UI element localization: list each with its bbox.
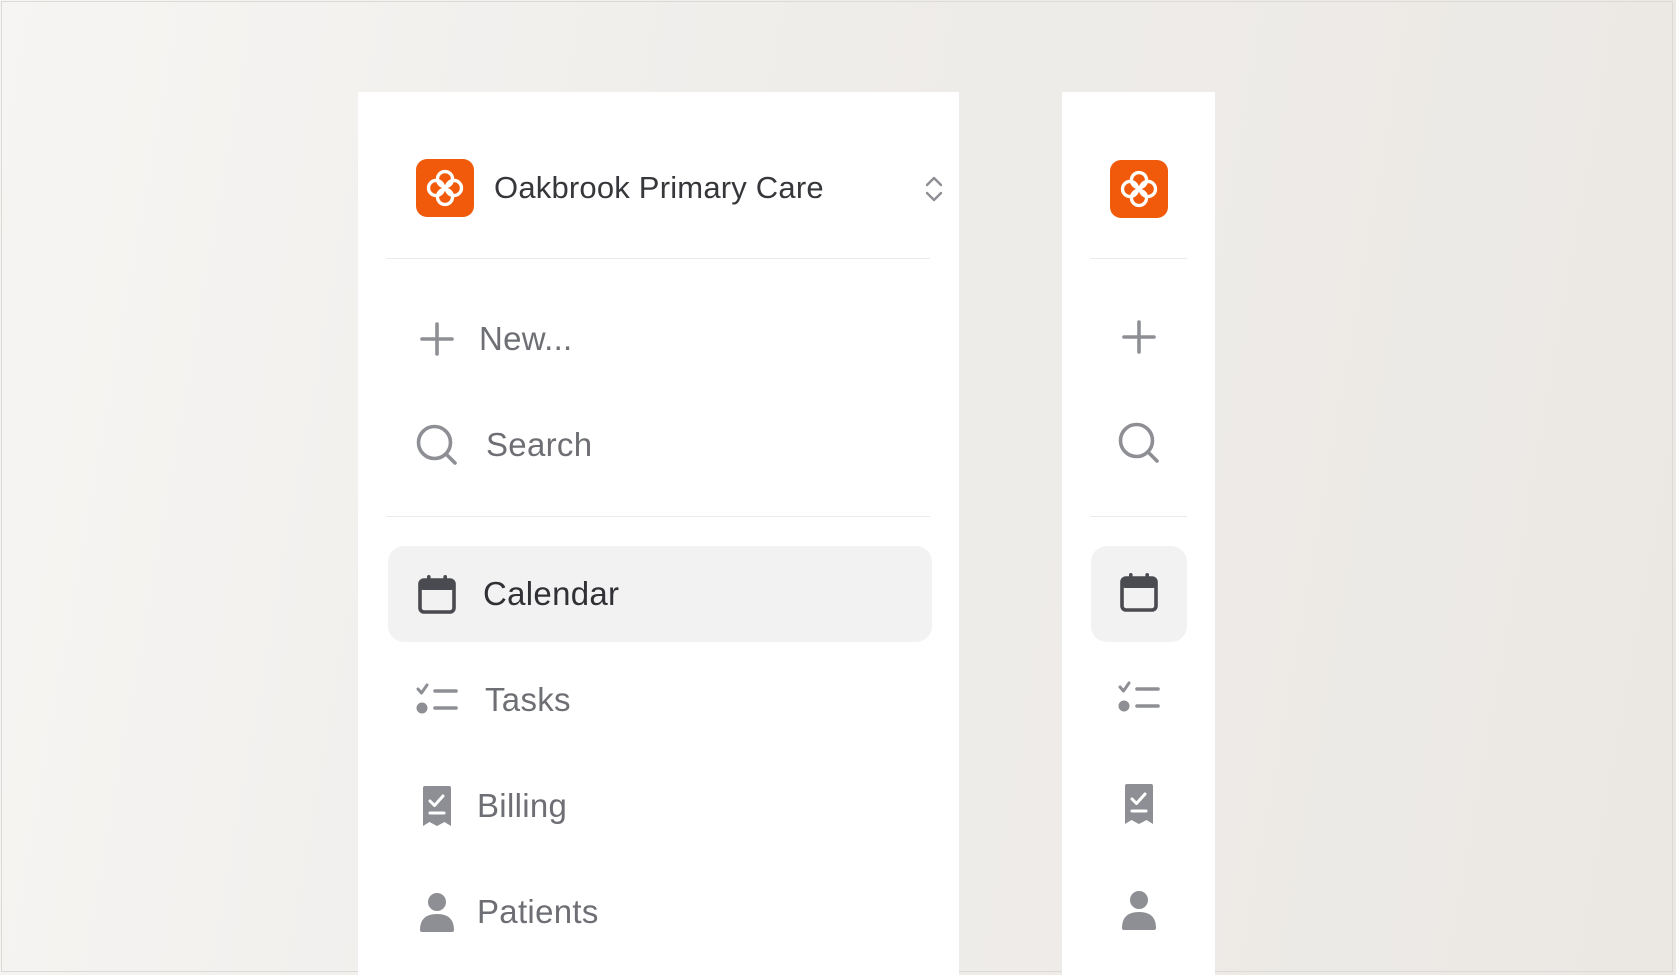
- sidebar-item-billing[interactable]: Billing: [388, 758, 932, 854]
- search-button[interactable]: Search: [388, 397, 932, 493]
- sidebar-item-tasks[interactable]: Tasks: [388, 652, 932, 748]
- new-button[interactable]: [1091, 291, 1187, 387]
- sidebar-item-label: Tasks: [485, 681, 571, 718]
- divider: [386, 258, 930, 259]
- sidebar-item-patients[interactable]: [1091, 864, 1187, 960]
- clinic-logo-icon[interactable]: [1110, 160, 1168, 218]
- new-button[interactable]: New...: [388, 291, 932, 387]
- sidebar-expanded: Oakbrook Primary Care New... Search Cale…: [358, 92, 959, 975]
- divider: [1090, 258, 1187, 259]
- search-icon: [415, 423, 459, 467]
- checklist-icon: [1117, 681, 1161, 720]
- search-button-label: Search: [486, 426, 593, 463]
- plus-icon: [1121, 319, 1157, 360]
- receipt-icon: [415, 784, 459, 828]
- sidebar-item-label: Patients: [477, 893, 599, 930]
- sidebar-item-label: Billing: [477, 787, 568, 824]
- divider: [386, 516, 930, 517]
- sidebar-item-patients[interactable]: Patients: [388, 864, 932, 960]
- sidebar-item-label: Calendar: [483, 575, 620, 612]
- sidebar-item-tasks[interactable]: [1091, 652, 1187, 748]
- workspace-name: Oakbrook Primary Care: [494, 170, 824, 205]
- sidebar-item-billing[interactable]: [1091, 758, 1187, 854]
- divider: [1090, 516, 1187, 517]
- plus-icon: [415, 317, 459, 361]
- search-button[interactable]: [1091, 397, 1187, 493]
- chevron-up-down-icon[interactable]: [920, 173, 948, 205]
- new-button-label: New...: [479, 320, 573, 357]
- sidebar-collapsed: [1062, 92, 1215, 975]
- receipt-icon: [1122, 783, 1156, 830]
- user-icon: [415, 890, 459, 934]
- sidebar-item-calendar[interactable]: [1091, 546, 1187, 642]
- clinic-logo-icon: [416, 159, 474, 217]
- calendar-icon: [415, 572, 459, 616]
- search-icon: [1117, 421, 1161, 470]
- workspace-switcher[interactable]: Oakbrook Primary Care: [416, 159, 943, 217]
- calendar-icon: [1120, 572, 1158, 617]
- sidebar-item-calendar[interactable]: Calendar: [388, 546, 932, 642]
- user-icon: [1121, 890, 1157, 935]
- checklist-icon: [415, 678, 459, 722]
